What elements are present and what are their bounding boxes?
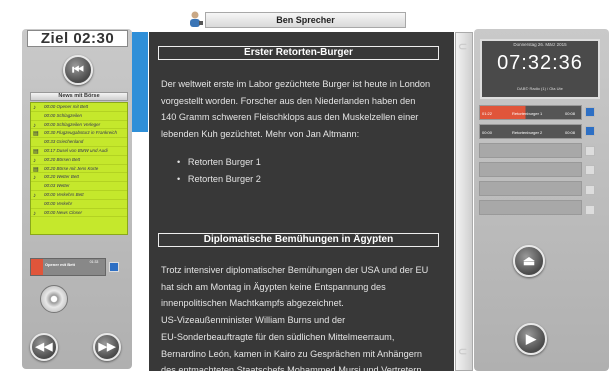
rewind-icon: ◀◀ [35, 341, 53, 353]
article-paragraph: Trotz intensiver diplomatischer Bemühung… [161, 265, 429, 371]
player-slot-button[interactable] [585, 205, 595, 215]
scroll-up-icon[interactable]: ⊂ [458, 40, 467, 53]
player-slot[interactable] [479, 162, 582, 177]
doc-icon: ▤ [33, 148, 39, 155]
bullet-item[interactable]: • Retorten Burger 1 [177, 157, 261, 167]
list-item-label: 00:00 Schlagzeilen [44, 112, 83, 118]
scrollbar[interactable] [455, 32, 473, 371]
note-icon: ♪ [33, 105, 36, 111]
player-slot[interactable]: 01:22 Retortenburger 1 00:08 [479, 105, 582, 120]
player-slot[interactable] [479, 200, 582, 215]
play-icon: ▶ [526, 331, 536, 346]
eject-icon: ⏏ [522, 253, 536, 268]
eject-button[interactable]: ⏏ [513, 245, 545, 277]
clock-date: Donnerstag 26. März 2015 [513, 42, 567, 47]
user-icon [188, 10, 204, 28]
scroll-down-icon[interactable]: ⊂ [458, 345, 467, 358]
mini-player-label: Opener mit Bett [45, 262, 76, 267]
note-icon: ♪ [33, 175, 36, 182]
mini-player-time: 01:33 [89, 260, 99, 264]
news-list-title: News mit Börse [30, 92, 128, 101]
skip-previous-icon: ⏮ [72, 62, 84, 77]
player-slot[interactable] [479, 143, 582, 158]
list-item[interactable]: ♪ 00:00 News Closer [31, 209, 127, 218]
doc-icon: ▤ [33, 166, 39, 173]
list-item-label: 00:00 Verkehrs Bett [44, 191, 84, 197]
list-item[interactable]: ♪ 00:00 Schlagzeilen Verleger [31, 121, 127, 130]
bullet-item[interactable]: • Retorten Burger 2 [177, 174, 261, 184]
list-item-label: 00:17 Dusel von BMW und Audi [44, 147, 108, 153]
mini-player-button[interactable] [109, 262, 119, 272]
list-item-label: 00:20 Wetter Bett [44, 174, 79, 180]
player-slot-button[interactable] [585, 146, 595, 156]
article-view[interactable]: Erster Retorten-Burger Der weltweit erst… [149, 32, 454, 371]
list-item-label: 00:20 Börse mit Jens Korte [44, 165, 99, 171]
article-heading: Diplomatische Bemühungen in Ägypten [158, 233, 439, 247]
note-icon: ♪ [33, 157, 36, 164]
player-slot-button[interactable] [585, 107, 595, 117]
player-slot[interactable] [479, 181, 582, 196]
note-icon: ♪ [33, 192, 36, 199]
app-window: Ben Sprecher Ziel 02:30 ⏮ News mit Börse… [0, 0, 609, 371]
fast-forward-icon: ▶▶ [98, 341, 116, 353]
list-item-label: 00:00 News Closer [44, 209, 83, 215]
play-button[interactable]: ▶ [515, 323, 547, 355]
player-slot[interactable]: 00:00 Retortenburger 2 00:08 [479, 124, 582, 139]
player-slot-button[interactable] [585, 185, 595, 195]
mini-player-progress [31, 259, 43, 275]
list-item-label: 00:20 Börsen Bett [44, 156, 81, 162]
doc-icon: ▤ [33, 131, 39, 138]
clock-time: 07:32:36 [497, 52, 583, 74]
position-indicator [132, 32, 148, 132]
fast-forward-button[interactable]: ▶▶ [93, 333, 121, 361]
list-item-label: 00:30 Flugzeugabsturz in Frankreich [44, 130, 118, 136]
list-item[interactable]: ♪ 00:00 Opener mit Bett [31, 103, 127, 112]
player-slot-button[interactable] [585, 165, 595, 175]
article-paragraph: Der weltweit erste im Labor gezüchtete B… [161, 79, 431, 140]
countdown-display: Ziel 02:30 [27, 30, 128, 47]
news-list[interactable]: ♪ 00:00 Opener mit Bett 00:00 Schlagzeilen… [30, 102, 128, 235]
list-item-label: 00:03 Wetter [44, 183, 70, 189]
list-item[interactable]: ♪ 00:20 Börsen Bett [31, 156, 127, 165]
list-item[interactable]: ▤ 00:30 Flugzeugabsturz in Frankreich [31, 129, 127, 139]
list-item[interactable]: 00:03 Wetter [31, 182, 127, 191]
note-icon: ♪ [33, 122, 36, 129]
list-item-label: 00:00 Opener mit Bett [44, 104, 89, 109]
list-item-label: 00:00 Schlagzeilen Verleger [44, 121, 101, 127]
disc-icon [40, 285, 68, 313]
list-item[interactable]: ▤ 00:17 Dusel von BMW und Audi [31, 147, 127, 156]
list-item-label: 00:33 Griechenland [44, 139, 84, 145]
speaker-name: Ben Sprecher [205, 12, 406, 28]
list-item[interactable]: 00:00 Schlagzeilen [31, 112, 127, 121]
list-item-label: 00:00 Verkehr [44, 200, 73, 206]
list-item[interactable]: 00:33 Griechenland [31, 138, 127, 147]
article-heading: Erster Retorten-Burger [158, 46, 439, 60]
list-item[interactable]: 00:00 Verkehr [31, 200, 127, 209]
clock-radio: DAB© Radio (1) / Ola Ute [517, 86, 563, 91]
note-icon: ♪ [33, 210, 36, 217]
list-item[interactable]: ♪ 00:00 Verkehrs Bett [31, 191, 127, 200]
skip-previous-button[interactable]: ⏮ [63, 55, 93, 85]
player-slot-button[interactable] [585, 126, 595, 136]
rewind-button[interactable]: ◀◀ [30, 333, 58, 361]
list-item[interactable]: ▤ 00:20 Börse mit Jens Korte [31, 165, 127, 174]
list-item[interactable]: ♪ 00:20 Wetter Bett [31, 173, 127, 183]
